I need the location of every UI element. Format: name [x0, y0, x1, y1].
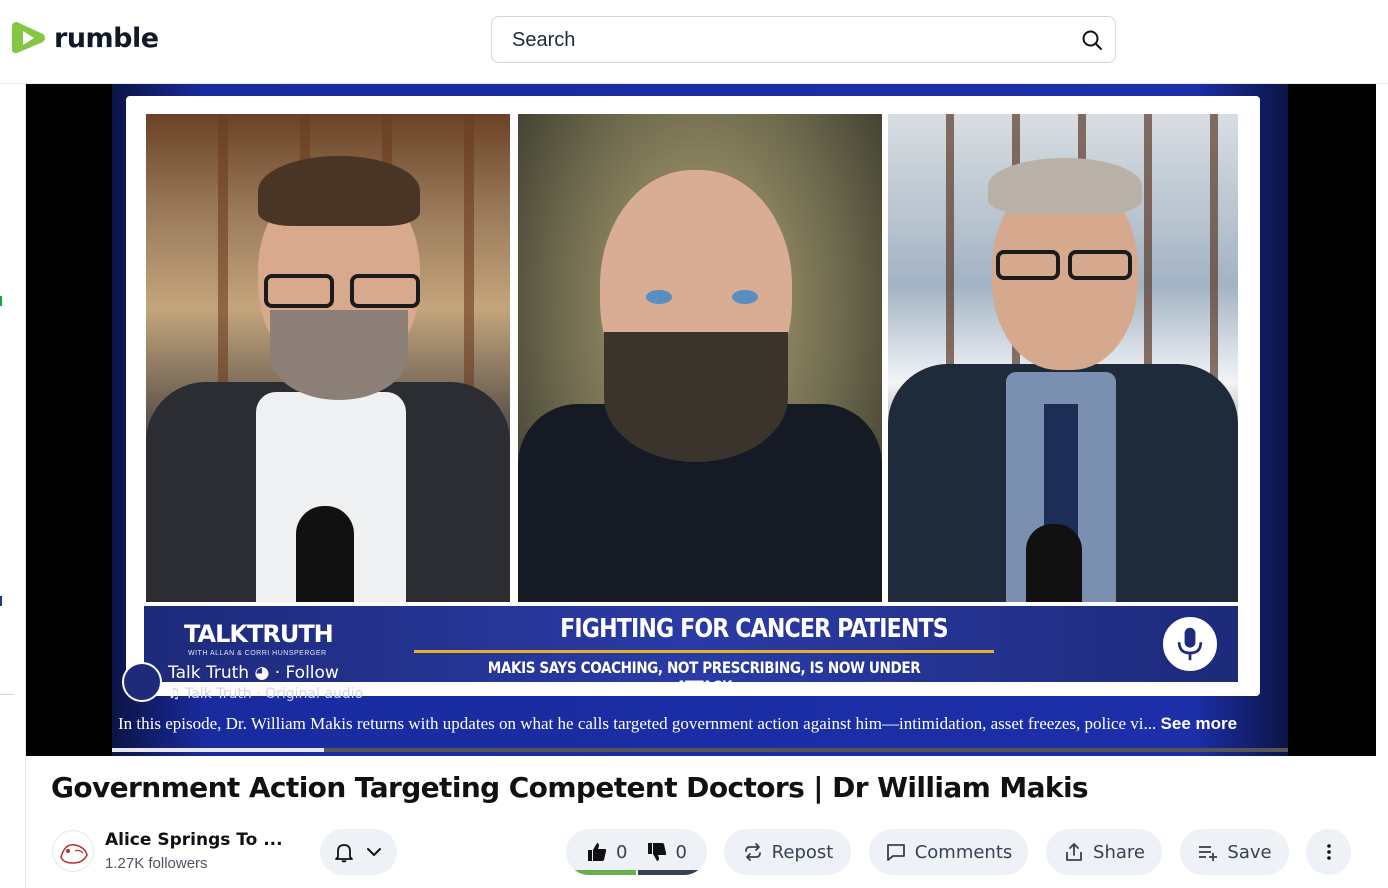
overlay-channel-follow[interactable]: Talk Truth ◕ · Follow	[168, 663, 339, 683]
caption-text: In this episode, Dr. William Makis retur…	[118, 714, 1157, 733]
save-button[interactable]: Save	[1180, 829, 1289, 875]
playlist-add-icon	[1199, 846, 1218, 861]
video-title: Government Action Targeting Competent Do…	[51, 771, 1089, 804]
comments-label: Comments	[914, 841, 1013, 863]
banner-subline: MAKIS SAYS COACHING, NOT PRESCRIBING, IS…	[487, 658, 921, 696]
more-vertical-icon	[1326, 844, 1331, 860]
more-options-button[interactable]	[1306, 829, 1351, 875]
video-panel-cohost	[888, 114, 1238, 602]
share-icon	[1066, 843, 1082, 861]
channel-avatar[interactable]	[52, 830, 94, 872]
dislike-count: 0	[675, 841, 687, 863]
repost-icon	[744, 843, 761, 861]
dislike-button[interactable]: 0	[646, 841, 687, 863]
see-more-link[interactable]: See more	[1161, 714, 1238, 733]
chevron-down-icon	[366, 848, 381, 856]
like-ratio-bar	[566, 870, 636, 875]
save-label: Save	[1227, 841, 1272, 863]
show-brand: TALKTRUTH	[184, 620, 334, 648]
overlay-original-audio[interactable]: ♫ Talk Truth · Original audio	[168, 686, 363, 702]
show-brand-subtitle: WITH ALLAN & CORRI HUNSPERGER	[188, 650, 327, 657]
video-frame: TALKTRUTH WITH ALLAN & CORRI HUNSPERGER …	[112, 84, 1288, 756]
thumbs-down-icon	[647, 843, 666, 861]
repost-button[interactable]: Repost	[724, 829, 851, 875]
repost-label: Repost	[771, 841, 834, 863]
search-input[interactable]	[512, 27, 1052, 53]
overlay-channel-avatar[interactable]	[122, 662, 162, 702]
like-count: 0	[616, 841, 628, 863]
dislike-ratio-bar	[638, 870, 707, 875]
search-box[interactable]	[491, 16, 1116, 63]
channel-action-row: Alice Springs To ... 1.27K followers 0 0	[26, 822, 1376, 888]
rumble-logo[interactable]: rumble	[10, 18, 159, 58]
notification-button[interactable]	[320, 829, 397, 875]
left-sidebar-collapsed	[0, 84, 26, 888]
share-button[interactable]: Share	[1046, 829, 1162, 875]
bell-icon	[334, 844, 353, 863]
video-progress-bar[interactable]	[112, 748, 1288, 752]
banner-divider	[414, 650, 994, 653]
sidebar-divider	[0, 694, 14, 695]
like-button[interactable]: 0	[586, 841, 627, 863]
top-header: rumble	[0, 0, 1388, 84]
rumble-logo-icon	[12, 22, 45, 54]
comment-icon	[886, 844, 905, 861]
search-icon[interactable]	[1081, 29, 1103, 51]
channel-name[interactable]: Alice Springs To ...	[105, 830, 283, 850]
vote-buttons: 0 0	[566, 829, 707, 875]
video-player[interactable]: TALKTRUTH WITH ALLAN & CORRI HUNSPERGER …	[26, 84, 1376, 756]
comments-button[interactable]: Comments	[869, 829, 1028, 875]
sidebar-indicator	[0, 596, 2, 606]
microphone-logo-icon	[1160, 614, 1220, 674]
sidebar-indicator	[0, 296, 2, 306]
video-panel-guest	[518, 114, 882, 602]
video-progress-fill	[112, 748, 324, 752]
follower-count: 1.27K followers	[105, 855, 208, 872]
video-panel-host	[146, 114, 510, 602]
banner-headline: FIGHTING FOR CANCER PATIENTS	[560, 614, 949, 644]
thumbs-up-icon	[588, 843, 607, 861]
video-description-caption: In this episode, Dr. William Makis retur…	[118, 714, 1268, 734]
share-label: Share	[1093, 841, 1145, 863]
logo-text: rumble	[54, 22, 159, 54]
